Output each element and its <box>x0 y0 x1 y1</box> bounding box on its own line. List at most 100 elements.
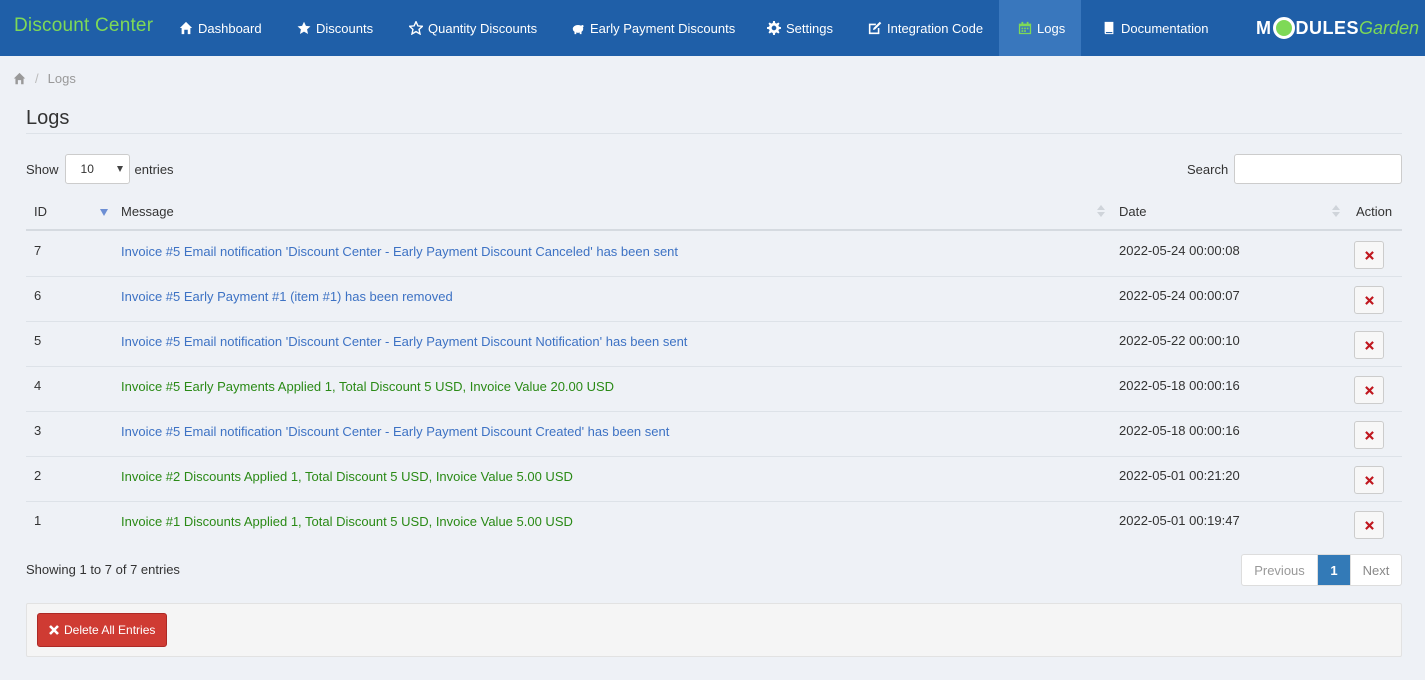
page-title: Logs <box>26 107 70 129</box>
length-control: Show 10 entries <box>26 154 174 184</box>
log-message: Invoice #5 Email notification 'Discount … <box>121 244 679 259</box>
nav-discounts[interactable]: Discounts <box>297 0 373 56</box>
close-icon <box>49 625 59 635</box>
book-icon <box>1104 21 1114 35</box>
log-date: 2022-05-01 00:19:47 <box>1119 513 1240 528</box>
entries-label: entries <box>134 161 174 177</box>
log-date: 2022-05-22 00:00:10 <box>1119 333 1240 348</box>
brand-title[interactable]: Discount Center <box>14 15 153 37</box>
log-id: 4 <box>34 378 42 393</box>
breadcrumb: / Logs <box>13 71 76 86</box>
entries-per-page-value: 10 <box>80 162 94 176</box>
delete-entry-button[interactable] <box>1354 511 1384 539</box>
sort-icon <box>1097 205 1105 219</box>
log-message: Invoice #2 Discounts Applied 1, Total Di… <box>121 469 573 484</box>
nav-dashboard[interactable]: Dashboard <box>179 0 262 56</box>
pagination: Previous 1 Next <box>1241 554 1402 586</box>
search-label: Search <box>1187 161 1229 177</box>
log-date: 2022-05-18 00:00:16 <box>1119 423 1240 438</box>
calendar-icon <box>1018 21 1032 35</box>
delete-entry-button[interactable] <box>1354 421 1384 449</box>
close-icon <box>1364 250 1374 260</box>
delete-entry-button[interactable] <box>1354 376 1384 404</box>
delete-all-entries-button[interactable]: Delete All Entries <box>37 613 168 647</box>
actions-panel: Delete All Entries <box>26 603 1402 657</box>
star-outline-icon <box>409 21 423 35</box>
nav-label: Discounts <box>316 20 374 36</box>
table-row: 3 Invoice #5 Email notification 'Discoun… <box>26 412 1402 457</box>
sort-icon <box>1332 205 1340 219</box>
log-id: 1 <box>34 513 42 528</box>
nav-label: Dashboard <box>198 20 262 36</box>
delete-entry-button[interactable] <box>1354 331 1384 359</box>
home-icon <box>179 21 193 35</box>
breadcrumb-separator: / <box>35 71 39 86</box>
table-row: 7 Invoice #5 Email notification 'Discoun… <box>26 232 1402 277</box>
star-icon <box>297 21 311 34</box>
table-row: 5 Invoice #5 Email notification 'Discoun… <box>26 322 1402 367</box>
header-id[interactable]: ID <box>34 204 47 219</box>
next-page-button[interactable]: Next <box>1350 555 1401 585</box>
log-id: 5 <box>34 333 42 348</box>
edit-icon <box>868 21 882 35</box>
search-input[interactable] <box>1234 154 1403 184</box>
log-id: 2 <box>34 468 42 483</box>
piggy-bank-icon <box>572 24 584 35</box>
home-icon[interactable] <box>13 72 26 85</box>
nav-label: Integration Code <box>887 20 984 36</box>
nav-label: Quantity Discounts <box>428 20 538 36</box>
nav-documentation[interactable]: Documentation <box>1102 0 1208 56</box>
table-header: ID Message Date Action <box>26 196 1402 231</box>
delete-entry-button[interactable] <box>1354 286 1384 314</box>
header-date[interactable]: Date <box>1119 204 1146 219</box>
header-message[interactable]: Message <box>121 204 174 219</box>
log-date: 2022-05-01 00:21:20 <box>1119 468 1240 483</box>
nav-label: Settings <box>786 20 833 36</box>
close-icon <box>1364 340 1374 350</box>
log-message: Invoice #5 Early Payments Applied 1, Tot… <box>121 379 615 394</box>
nav-logs[interactable]: Logs <box>999 0 1081 56</box>
previous-page-button[interactable]: Previous <box>1242 555 1318 585</box>
log-id: 3 <box>34 423 42 438</box>
nav-quantity-discounts[interactable]: Quantity Discounts <box>409 0 537 56</box>
table-row: 2 Invoice #2 Discounts Applied 1, Total … <box>26 457 1402 502</box>
nav-label: Logs <box>1037 20 1066 36</box>
table-info: Showing 1 to 7 of 7 entries <box>26 562 180 577</box>
entries-per-page-select[interactable]: 10 <box>64 154 130 184</box>
log-message: Invoice #5 Email notification 'Discount … <box>121 424 670 439</box>
log-id: 6 <box>34 288 42 303</box>
nav-early-payment-discounts[interactable]: Early Payment Discounts <box>571 0 735 56</box>
close-icon <box>1364 430 1374 440</box>
log-message: Invoice #5 Email notification 'Discount … <box>121 334 688 349</box>
nav-label: Documentation <box>1121 20 1209 36</box>
show-label: Show <box>26 161 59 177</box>
log-id: 7 <box>34 243 42 258</box>
nav-settings[interactable]: Settings <box>767 0 833 56</box>
delete-entry-button[interactable] <box>1354 466 1384 494</box>
close-icon <box>1364 295 1374 305</box>
close-icon <box>1364 475 1374 485</box>
breadcrumb-current: Logs <box>47 71 76 86</box>
table-row: 1 Invoice #1 Discounts Applied 1, Total … <box>26 502 1402 547</box>
nav-integration-code[interactable]: Integration Code <box>868 0 983 56</box>
logo-globe-icon <box>1272 17 1295 39</box>
delete-entry-button[interactable] <box>1354 241 1384 269</box>
page-1-button[interactable]: 1 <box>1318 555 1350 585</box>
close-icon <box>1364 520 1374 530</box>
log-date: 2022-05-24 00:00:08 <box>1119 243 1240 258</box>
delete-all-label: Delete All Entries <box>64 623 156 637</box>
modulesgarden-logo[interactable]: M DULES Garden <box>1256 14 1419 42</box>
top-navbar: Discount Center Dashboard Discounts Quan… <box>0 0 1425 56</box>
caret-down-icon <box>116 166 123 172</box>
log-date: 2022-05-24 00:00:07 <box>1119 288 1240 303</box>
gear-icon <box>767 21 781 35</box>
table-row: 6 Invoice #5 Early Payment #1 (item #1) … <box>26 277 1402 322</box>
sort-desc-icon <box>100 209 108 216</box>
header-action: Action <box>1356 204 1393 219</box>
title-divider <box>26 133 1402 134</box>
log-message: Invoice #1 Discounts Applied 1, Total Di… <box>121 514 573 529</box>
log-message: Invoice #5 Early Payment #1 (item #1) ha… <box>121 289 453 304</box>
search-control: Search <box>1187 154 1403 184</box>
log-date: 2022-05-18 00:00:16 <box>1119 378 1240 393</box>
table-row: 4 Invoice #5 Early Payments Applied 1, T… <box>26 367 1402 412</box>
